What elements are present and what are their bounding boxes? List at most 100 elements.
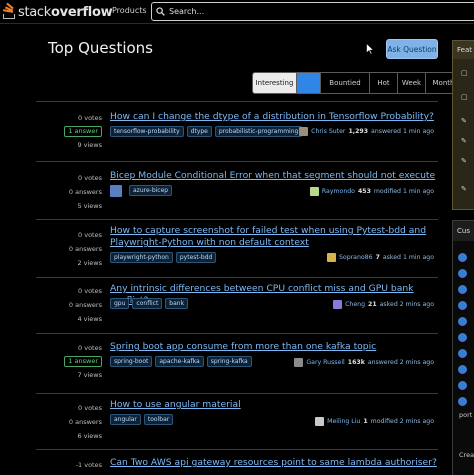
- tag[interactable]: dtype: [186, 126, 212, 137]
- tab-hot-highlighted[interactable]: Hot: [297, 73, 321, 93]
- user-link[interactable]: Gary Russell: [306, 359, 344, 366]
- question-filter-tabs: Interesting Hot Bountied Hot Week Month: [252, 72, 462, 94]
- pencil-icon: ✎: [461, 157, 467, 165]
- tag[interactable]: tensorflow-probability: [110, 126, 184, 137]
- question-item: 0 votes 1 answer 7 views Spring boot app…: [36, 333, 438, 393]
- question-title-link[interactable]: Can Two AWS api gateway resources point …: [110, 457, 438, 469]
- activity-link[interactable]: modified 2 mins ago: [371, 418, 434, 425]
- view-count: 4 views: [77, 315, 102, 323]
- tag[interactable]: bank: [165, 298, 189, 309]
- stack-logo-icon: [2, 2, 15, 19]
- filter-dot-icon[interactable]: [458, 365, 467, 374]
- question-meta: Gary Russell 163k answered 2 mins ago: [294, 358, 434, 367]
- avatar[interactable]: [294, 358, 304, 367]
- tag-list: playwright-python pytest-bdd: [110, 252, 217, 263]
- page-title: Top Questions: [48, 39, 153, 57]
- tag[interactable]: spring-kafka: [206, 356, 252, 367]
- search-icon: [156, 7, 165, 16]
- pencil-icon: ✎: [461, 137, 467, 145]
- vote-count: 0 votes: [78, 174, 102, 182]
- search-placeholder: Search...: [169, 7, 205, 16]
- chat-icon: ▢: [461, 93, 468, 101]
- activity-link[interactable]: answered 1 min ago: [371, 128, 434, 135]
- avatar[interactable]: [309, 187, 319, 196]
- answer-count: 0 answers: [68, 301, 102, 309]
- products-link[interactable]: Products: [112, 6, 147, 15]
- tag[interactable]: azure-bicep: [129, 185, 173, 196]
- create-filter-link[interactable]: Crea: [459, 451, 474, 459]
- tag[interactable]: playwright-python: [110, 252, 173, 263]
- answer-count: 0 answers: [68, 188, 102, 196]
- user-link[interactable]: Raymondo: [322, 188, 355, 195]
- question-item: 0 votes 0 answers 5 views Bicep Module C…: [36, 161, 438, 219]
- question-meta: Cheng 21 asked 2 mins ago: [333, 300, 434, 309]
- user-reputation: 21: [368, 301, 377, 308]
- question-meta: Meiling Liu 1 modified 2 mins ago: [315, 417, 434, 426]
- filter-dot-icon[interactable]: [458, 253, 467, 262]
- tag[interactable]: probabilistic-programming: [214, 126, 303, 137]
- custom-filter-text: port: [459, 411, 473, 419]
- user-link[interactable]: Meiling Liu: [327, 418, 360, 425]
- activity-link[interactable]: asked 2 mins ago: [380, 301, 434, 308]
- vote-count: 0 votes: [78, 114, 102, 122]
- question-item: 0 votes 1 answer 9 views How can I chang…: [36, 101, 438, 161]
- filter-dot-icon[interactable]: [458, 285, 467, 294]
- filter-dot-icon[interactable]: [458, 381, 467, 390]
- tag[interactable]: apache-kafka: [155, 356, 204, 367]
- activity-link[interactable]: asked 1 min ago: [383, 254, 434, 261]
- ask-question-button[interactable]: Ask Question: [386, 39, 438, 59]
- question-meta: Chris Suter 1,293 answered 1 min ago: [299, 127, 434, 136]
- question-item: 0 votes 0 answers 2 views How to capture…: [36, 219, 438, 277]
- question-title-link[interactable]: Bicep Module Conditional Error when that…: [110, 170, 438, 182]
- question-title-link[interactable]: How to capture screenshot for failed tes…: [110, 225, 438, 249]
- activity-link[interactable]: answered 2 mins ago: [368, 359, 434, 366]
- question-stats: 0 votes 1 answer 7 views: [36, 341, 102, 382]
- answer-count: 1 answer: [64, 356, 102, 367]
- tab-hot[interactable]: Hot: [370, 73, 398, 93]
- tag[interactable]: conflict: [132, 298, 163, 309]
- search-input[interactable]: Search...: [151, 2, 474, 21]
- tag-list: angular toolbar: [110, 414, 174, 425]
- avatar[interactable]: [315, 417, 325, 426]
- avatar[interactable]: [299, 127, 309, 136]
- question-item: 0 votes 0 answers 6 views How to use ang…: [36, 393, 438, 449]
- tag[interactable]: toolbar: [143, 414, 174, 425]
- user-reputation: 1,293: [348, 128, 369, 135]
- featured-header: Feat: [453, 41, 474, 59]
- filter-dot-icon[interactable]: [458, 269, 467, 278]
- filter-dot-icon[interactable]: [458, 333, 467, 342]
- filter-dot-icon[interactable]: [458, 349, 467, 358]
- question-title-link[interactable]: How to use angular material: [110, 399, 438, 411]
- tag-list: azure-bicep: [110, 185, 173, 197]
- pencil-icon: ✎: [461, 185, 467, 193]
- view-count: 6 views: [77, 432, 102, 440]
- user-link[interactable]: Soprano86: [339, 254, 373, 261]
- stackoverflow-logo[interactable]: stackoverflow: [2, 2, 113, 20]
- view-count: 5 views: [77, 202, 102, 210]
- question-title-link[interactable]: Spring boot app consume from more than o…: [110, 341, 438, 353]
- tag[interactable]: pytest-bdd: [175, 252, 217, 263]
- tab-interesting[interactable]: Interesting: [253, 73, 297, 93]
- activity-link[interactable]: modified 1 min ago: [374, 188, 434, 195]
- mouse-cursor-icon: [366, 43, 374, 55]
- tag[interactable]: spring-boot: [110, 356, 153, 367]
- filter-dot-icon[interactable]: [458, 301, 467, 310]
- tag[interactable]: gpu: [110, 298, 130, 309]
- user-reputation: 163k: [347, 359, 365, 366]
- tab-week[interactable]: Week: [398, 73, 426, 93]
- vote-count: 0 votes: [78, 344, 102, 352]
- user-reputation: 7: [375, 254, 380, 261]
- filter-dot-icon[interactable]: [458, 317, 467, 326]
- filter-dot-icon[interactable]: [458, 397, 467, 406]
- user-link[interactable]: Cheng: [345, 301, 365, 308]
- question-title-link[interactable]: How can I change the dtype of a distribu…: [110, 111, 438, 123]
- tag-list: spring-boot apache-kafka spring-kafka: [110, 356, 252, 367]
- question-list: 0 votes 1 answer 9 views How can I chang…: [36, 101, 438, 475]
- avatar[interactable]: [333, 300, 343, 309]
- tag[interactable]: angular: [110, 414, 141, 425]
- question-stats: 0 votes 0 answers 2 views: [36, 228, 102, 270]
- avatar[interactable]: [327, 253, 336, 262]
- user-link[interactable]: Chris Suter: [311, 128, 345, 135]
- custom-filters-sidebar: Cus port Crea: [452, 220, 474, 475]
- tab-bountied[interactable]: Bountied: [321, 73, 370, 93]
